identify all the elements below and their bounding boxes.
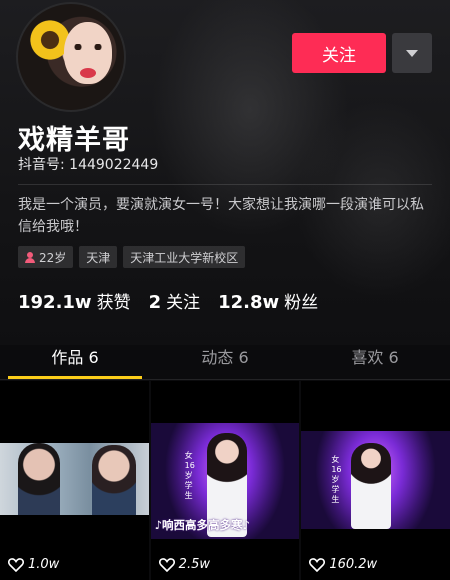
video-likes-count: 1.0w	[28, 557, 60, 572]
video-likes: 160.2w	[309, 557, 377, 572]
video-thumbnail[interactable]: 女 16岁 学生 ♪响西高多高多寒♪ 2.5w	[150, 381, 300, 580]
video-likes: 2.5w	[158, 557, 210, 572]
female-icon	[25, 251, 35, 263]
chevron-down-icon	[406, 49, 418, 57]
more-options-button[interactable]	[392, 33, 432, 73]
likes-label: 获赞	[96, 293, 131, 313]
video-grid: 1.0w 女 16岁 学生 ♪响西高多高多寒♪ 2.5w 女 16岁 学生 16…	[0, 381, 450, 580]
profile-tags: 22岁 天津 天津工业大学新校区	[18, 246, 246, 268]
profile-nickname: 戏精羊哥	[18, 125, 130, 156]
followers-stat[interactable]: 12.8w 粉丝	[218, 288, 318, 313]
following-label: 关注	[166, 293, 201, 313]
video-figure	[351, 443, 392, 529]
video-side-tag: 女 16岁 学生	[331, 455, 342, 504]
followers-count: 12.8w	[218, 292, 280, 313]
avatar-eyes	[72, 44, 104, 50]
age-tag: 22岁	[18, 246, 74, 268]
heart-icon	[158, 557, 175, 572]
follow-button[interactable]: 关注	[292, 33, 386, 73]
avatar[interactable]	[16, 2, 126, 112]
likes-count: 192.1w	[18, 292, 92, 313]
video-thumbnail[interactable]: 1.0w	[0, 381, 149, 580]
age-label: 22岁	[39, 250, 67, 265]
heart-icon	[309, 557, 326, 572]
following-count: 2	[148, 292, 162, 313]
city-tag: 天津	[79, 246, 118, 268]
video-thumbnail[interactable]: 女 16岁 学生 160.2w	[301, 381, 450, 580]
followers-label: 粉丝	[284, 293, 319, 313]
tabs-divider	[0, 379, 450, 380]
video-caption: ♪响西高多高多寒♪	[154, 518, 250, 532]
profile-tabs: 作品 6 动态 6 喜欢 6	[0, 345, 450, 380]
tab-liked[interactable]: 喜欢 6	[300, 345, 450, 380]
school-tag[interactable]: 天津工业大学新校区	[123, 246, 246, 268]
video-likes-count: 160.2w	[329, 557, 378, 572]
video-likes-count: 2.5w	[178, 557, 210, 572]
tab-moments[interactable]: 动态 6	[150, 345, 300, 380]
heart-icon	[8, 557, 24, 572]
video-figure	[92, 445, 136, 515]
video-side-tag: 女 16岁 学生	[184, 451, 195, 500]
divider	[18, 184, 432, 185]
profile-stats: 192.1w 获赞 2 关注 12.8w 粉丝	[18, 288, 318, 313]
account-id: 抖音号: 1449022449	[18, 157, 159, 173]
video-likes: 1.0w	[8, 557, 59, 572]
following-stat[interactable]: 2 关注	[149, 288, 201, 313]
video-figure	[18, 443, 60, 515]
avatar-lips	[80, 68, 96, 78]
profile-bio: 我是一个演员，要演就演女一号！大家想让我演哪一段演谁可以私信给我哦！	[18, 197, 424, 235]
likes-stat: 192.1w 获赞	[18, 288, 131, 313]
tab-works[interactable]: 作品 6	[0, 345, 150, 380]
